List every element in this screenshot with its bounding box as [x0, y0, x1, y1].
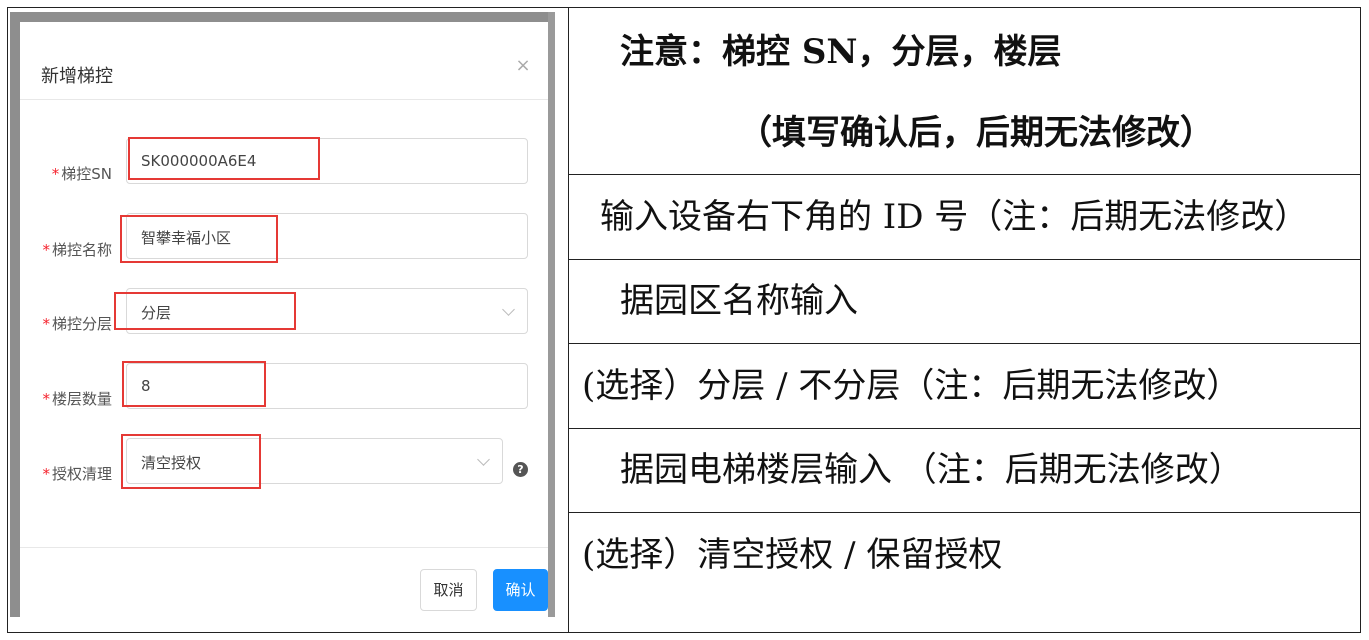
header-divider	[20, 99, 548, 100]
highlight-box	[114, 292, 296, 330]
field-label-layering: * 梯控分层	[20, 313, 112, 334]
confirm-button[interactable]: 确认	[493, 569, 548, 611]
field-label-text: 楼层数量	[51, 390, 112, 408]
required-mark: *	[42, 465, 50, 483]
note-attention: 注意：梯控 SN，分层，楼层	[620, 32, 1062, 72]
highlight-box	[122, 361, 266, 407]
note-no-modify: （填写确认后，后期无法修改）	[738, 113, 1214, 153]
cancel-button[interactable]: 取消	[420, 569, 477, 611]
dialog-title: 新增梯控	[41, 66, 113, 87]
chevron-down-icon	[502, 303, 515, 316]
note-name: 据园区名称输入	[620, 281, 858, 321]
add-elevator-control-dialog: 新增梯控 × * 梯控SN SK000000A6E4 * 梯控名称 智攀幸福小区 *…	[20, 22, 548, 617]
backdrop	[548, 12, 555, 617]
field-label-text: 授权清理	[51, 465, 112, 483]
required-mark: *	[42, 390, 50, 408]
help-icon[interactable]: ?	[513, 462, 528, 477]
required-mark: *	[51, 165, 60, 183]
column-divider	[568, 7, 569, 633]
field-label-sn: * 梯控SN	[20, 163, 112, 184]
field-label-text: 梯控名称	[51, 241, 112, 259]
row-divider	[568, 259, 1361, 260]
field-label-floors: * 楼层数量	[20, 388, 112, 409]
highlight-box	[128, 137, 320, 180]
row-divider	[568, 343, 1361, 344]
chevron-down-icon	[477, 453, 490, 466]
field-label-auth: * 授权清理	[20, 463, 112, 484]
note-sn: 输入设备右下角的 ID 号（注：后期无法修改）	[600, 197, 1309, 237]
footer-divider	[20, 547, 548, 548]
note-floors: 据园电梯楼层输入 （注：后期无法修改）	[620, 450, 1243, 490]
row-divider	[568, 428, 1361, 429]
required-mark: *	[42, 315, 50, 333]
field-label-name: * 梯控名称	[20, 239, 112, 260]
field-label-text: 梯控SN	[61, 165, 112, 183]
field-label-text: 梯控分层	[51, 315, 112, 333]
dialog-screenshot: 新增梯控 × * 梯控SN SK000000A6E4 * 梯控名称 智攀幸福小区 *…	[10, 12, 555, 617]
highlight-box	[120, 215, 278, 263]
note-auth: (选择）清空授权 / 保留授权	[582, 535, 1003, 575]
required-mark: *	[42, 241, 50, 259]
note-layering: (选择）分层 / 不分层（注：后期无法修改）	[582, 366, 1241, 406]
row-divider	[568, 512, 1361, 513]
row-divider	[568, 174, 1361, 175]
highlight-box	[121, 434, 261, 489]
close-icon[interactable]: ×	[513, 56, 533, 76]
